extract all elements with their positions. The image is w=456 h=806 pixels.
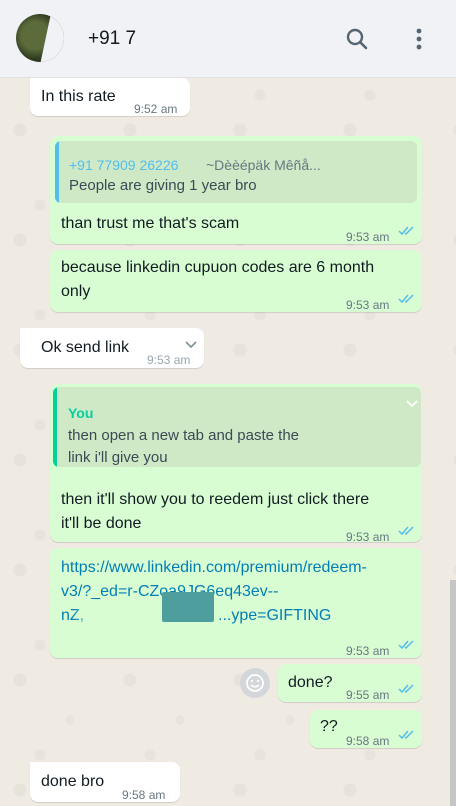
message-text: In this rate xyxy=(41,88,116,105)
quote-accent-bar xyxy=(55,141,59,203)
message-incoming[interactable]: Ok send link 9:53 am xyxy=(20,328,204,368)
search-button[interactable] xyxy=(342,24,372,54)
message-time: 9:52 am xyxy=(134,102,178,116)
search-icon xyxy=(346,28,368,50)
message-time: 9:58 am xyxy=(346,734,390,748)
smiley-icon xyxy=(246,674,264,692)
redaction-block xyxy=(162,592,214,622)
message-outgoing[interactable]: ?? 9:58 am xyxy=(310,710,422,748)
message-outgoing[interactable]: because linkedin cupuon codes are 6 mont… xyxy=(50,250,422,312)
quoted-message[interactable]: +91 77909 26226 ~Dèèépäk Mêñå... People … xyxy=(55,141,417,203)
quote-text: People are giving 1 year bro xyxy=(69,177,257,194)
chat-header[interactable]: +91 7 xyxy=(0,0,456,78)
message-outgoing[interactable]: You then open a new tab and paste the li… xyxy=(50,384,422,544)
message-text-line: it'll be done xyxy=(61,515,142,532)
message-time: 9:53 am xyxy=(346,644,390,658)
message-time: 9:55 am xyxy=(346,688,390,702)
reaction-button[interactable] xyxy=(240,668,270,698)
message-time: 9:53 am xyxy=(346,230,390,244)
quote-text-line: link i'll give you xyxy=(68,449,168,466)
contact-avatar[interactable] xyxy=(16,14,64,62)
quote-text-line: then open a new tab and paste the xyxy=(68,427,300,444)
read-receipt-icon xyxy=(398,294,414,304)
read-receipt-icon xyxy=(398,226,414,236)
quote-accent-bar xyxy=(53,387,57,467)
message-text: ?? xyxy=(320,718,338,735)
message-text: done? xyxy=(288,674,333,691)
message-text-line: because linkedin cupuon codes are 6 mont… xyxy=(61,259,375,276)
message-outgoing[interactable]: done? 9:55 am xyxy=(278,664,422,702)
chevron-down-icon[interactable] xyxy=(405,399,419,409)
contact-name[interactable]: +91 7 xyxy=(88,28,136,50)
message-time: 9:53 am xyxy=(346,298,390,312)
read-receipt-icon xyxy=(398,730,414,740)
scrollbar[interactable] xyxy=(450,580,456,806)
chevron-down-icon[interactable] xyxy=(184,340,198,350)
message-time: 9:58 am xyxy=(122,788,166,802)
message-incoming[interactable]: In this rate 9:52 am xyxy=(30,78,190,116)
quote-author: You xyxy=(68,405,94,421)
message-outgoing[interactable]: +91 77909 26226 ~Dèèépäk Mêñå... People … xyxy=(50,136,422,244)
message-text-line: then it'll show you to reedem just click… xyxy=(61,491,370,508)
message-list[interactable]: In this rate 9:52 am +91 77909 26226 ~Dè… xyxy=(0,0,456,806)
kebab-menu-icon xyxy=(416,28,422,50)
quoted-message[interactable]: You then open a new tab and paste the li… xyxy=(53,387,421,467)
read-receipt-icon xyxy=(398,684,414,694)
read-receipt-icon xyxy=(398,526,414,536)
message-link-line[interactable]: ...ype=GIFTING xyxy=(218,604,331,628)
message-text: Ok send link xyxy=(41,339,130,356)
message-text-line: only xyxy=(61,283,91,300)
menu-button[interactable] xyxy=(404,24,434,54)
message-incoming[interactable]: done bro 9:58 am xyxy=(30,762,180,802)
message-text: done bro xyxy=(41,773,105,790)
message-text: than trust me that's scam xyxy=(61,215,240,232)
read-receipt-icon xyxy=(398,640,414,650)
message-time: 9:53 am xyxy=(147,353,191,367)
message-time: 9:53 am xyxy=(346,530,390,544)
message-link-line[interactable]: https://www.linkedin.com/premium/redeem- xyxy=(61,556,367,580)
